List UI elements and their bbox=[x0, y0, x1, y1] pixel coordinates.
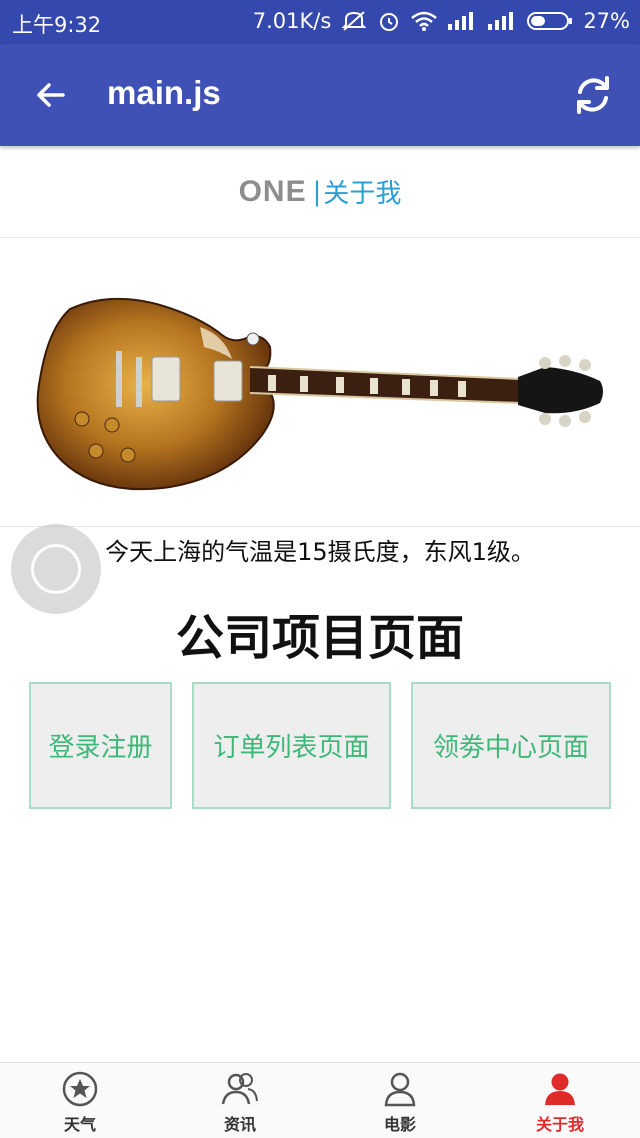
nav-label-movie: 电影 bbox=[383, 1115, 416, 1134]
network-speed: 7.01K/s bbox=[252, 9, 332, 33]
one-logo: ONE bbox=[238, 174, 307, 208]
nav-item-about[interactable]: 关于我 bbox=[480, 1063, 640, 1138]
brand-separator: | bbox=[312, 176, 322, 207]
nav-label-news: 资讯 bbox=[223, 1115, 256, 1134]
brand-header: ONE | 关于我 bbox=[0, 146, 640, 238]
signal-icon-2 bbox=[487, 12, 517, 30]
nav-item-news[interactable]: 资讯 bbox=[160, 1063, 320, 1138]
users-icon bbox=[220, 1069, 260, 1109]
guitar-icon bbox=[36, 297, 603, 491]
status-bar: 上午9:32 7.01K/s 27% bbox=[0, 0, 640, 44]
star-circle-icon bbox=[60, 1069, 100, 1109]
bottom-nav: 天气 资讯 电影 关于我 bbox=[0, 1062, 640, 1138]
about-me-link[interactable]: 关于我 bbox=[323, 173, 401, 210]
arrow-left-icon bbox=[37, 83, 65, 107]
status-icons: 7.01K/s 27% bbox=[253, 9, 630, 33]
refresh-button[interactable] bbox=[568, 70, 618, 120]
nav-item-weather[interactable]: 天气 bbox=[0, 1063, 160, 1138]
battery-icon bbox=[527, 11, 573, 31]
nav-item-movie[interactable]: 电影 bbox=[320, 1063, 480, 1138]
refresh-icon bbox=[577, 76, 609, 114]
alarm-icon bbox=[377, 9, 401, 33]
nav-label-about: 关于我 bbox=[535, 1115, 584, 1134]
section-title: 公司项目页面 bbox=[175, 610, 464, 666]
status-time: 上午9:32 bbox=[12, 13, 102, 37]
mute-icon bbox=[341, 10, 367, 32]
wifi-icon bbox=[411, 11, 438, 31]
circle-icon bbox=[31, 544, 81, 594]
nav-label-weather: 天气 bbox=[63, 1115, 96, 1134]
app-toolbar: main.js bbox=[0, 44, 640, 146]
login-register-button[interactable]: 登录注册 bbox=[29, 682, 172, 809]
coupon-center-button[interactable]: 领劵中心页面 bbox=[411, 682, 611, 809]
battery-percent: 27% bbox=[583, 9, 630, 33]
user-outline-icon bbox=[380, 1069, 420, 1109]
back-button[interactable] bbox=[28, 72, 74, 118]
order-list-button[interactable]: 订单列表页面 bbox=[192, 682, 391, 809]
user-filled-icon bbox=[540, 1069, 580, 1109]
page-title: main.js bbox=[107, 74, 221, 111]
hero-image bbox=[0, 239, 640, 527]
signal-icon bbox=[447, 12, 477, 30]
